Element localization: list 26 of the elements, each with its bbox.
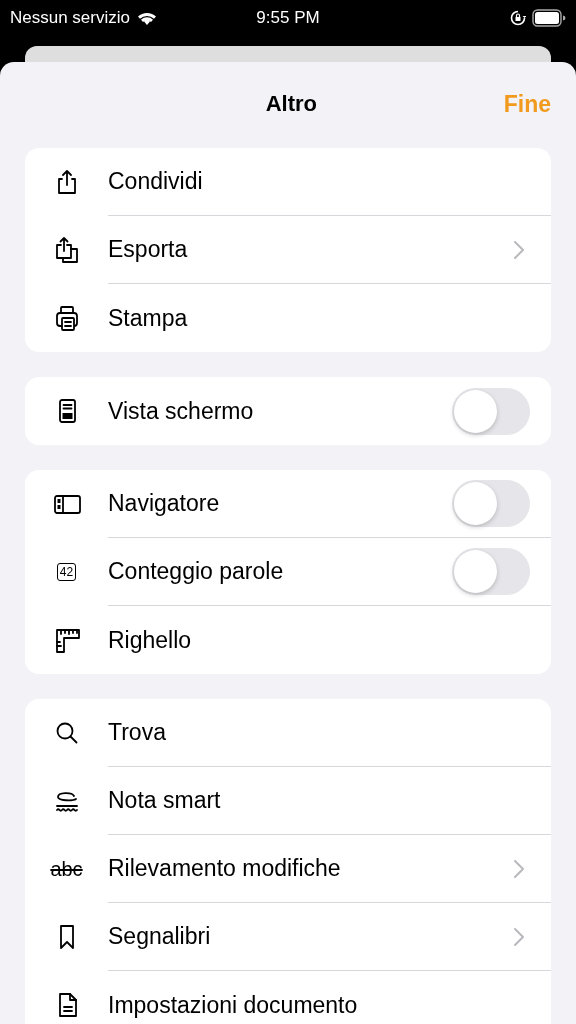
menu-item-label[interactable]: Nota smart [108,787,529,814]
menu-item-label[interactable]: Trova [108,719,529,746]
sheet-title: Altro [265,91,317,117]
chevron-icon [513,239,525,260]
wifi-icon [136,10,158,26]
menu-item-label[interactable]: Segnalibri [108,923,513,950]
menu-item-label[interactable]: Vista schermo [108,397,452,425]
menu-item-label[interactable]: Stampa [108,304,529,332]
menu-item-label[interactable]: Condividi [108,168,529,195]
menu-item-label[interactable]: Righello [108,626,529,654]
toggle-switch[interactable] [452,387,530,435]
menu-item-label[interactable]: Impostazioni documento [108,991,529,1019]
menu-item-label[interactable]: Esporta [108,236,513,263]
chevron-icon [513,858,525,879]
chevron-icon [513,926,525,947]
carrier-name: Nessun servizio [10,8,130,28]
toggle-switch[interactable] [452,548,530,595]
menu-item-label[interactable]: Navigatore [108,490,452,517]
menu-item-label[interactable]: Conteggio parole [108,558,452,585]
battery-icon [532,9,566,27]
status-time: 9:55 PM [255,8,321,28]
strikethrough-icon: abc [50,859,83,879]
rotation-lock-icon [510,10,526,26]
toggle-switch[interactable] [452,480,530,527]
number-icon: 42 [56,563,77,581]
menu-item-label[interactable]: Rilevamento modifiche [108,855,513,882]
